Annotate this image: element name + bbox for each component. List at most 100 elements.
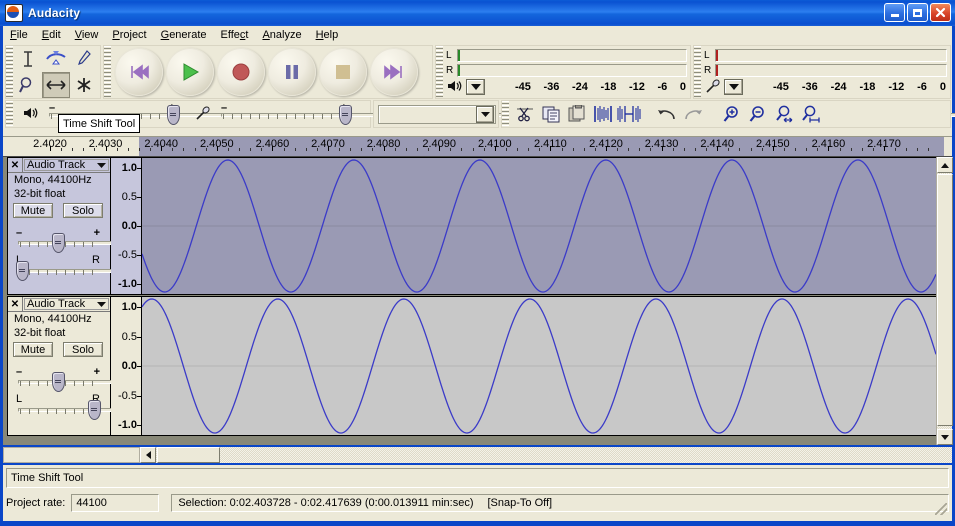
copy-button[interactable] xyxy=(538,102,564,126)
toolbar-grip[interactable] xyxy=(694,46,701,98)
timeline-minor-tick xyxy=(795,148,797,151)
close-button[interactable] xyxy=(930,3,951,22)
track-channels: Mono, 44100Hz xyxy=(14,313,92,325)
multi-tool-button[interactable] xyxy=(70,72,98,98)
menu-file[interactable]: FFileile xyxy=(3,28,35,42)
track-pan-slider[interactable]: L R xyxy=(16,254,952,282)
track-waveform[interactable] xyxy=(141,157,937,295)
track-dropdown-icon[interactable] xyxy=(97,159,106,171)
close-track-button[interactable]: ✕ xyxy=(8,297,23,311)
track-control-panel[interactable]: ✕ Audio Track Mono, 44100Hz 32-bit float… xyxy=(7,157,952,295)
meter-tick: -24 xyxy=(572,81,588,93)
resize-grip[interactable] xyxy=(935,503,947,515)
track-dropdown-icon[interactable] xyxy=(97,298,106,310)
meter-tick: 0 xyxy=(679,81,686,93)
paste-button[interactable] xyxy=(564,102,590,126)
track-waveform[interactable] xyxy=(141,296,937,436)
timeline-minor-tick xyxy=(683,148,685,151)
maximize-button[interactable] xyxy=(907,3,928,22)
envelope-tool-button[interactable] xyxy=(42,46,70,72)
undo-button[interactable] xyxy=(654,102,680,126)
track-control-panel[interactable]: ✕ Audio Track Mono, 44100Hz 32-bit float… xyxy=(7,296,952,436)
timeline-tick xyxy=(884,146,885,151)
chevron-down-icon[interactable] xyxy=(476,105,494,123)
audacity-window: Audacity FFileile Edit View Project Gene… xyxy=(0,0,955,526)
timeline-minor-tick xyxy=(617,148,619,151)
input-volume-slider[interactable]: – + xyxy=(221,102,955,126)
input-meter-toolbar[interactable]: L R -45 -36 -24 -18 -12 -6 0 xyxy=(693,45,951,99)
vscroll-thumb[interactable] xyxy=(937,174,953,426)
hscroll-thumb[interactable] xyxy=(157,447,220,463)
input-meter-left-bar xyxy=(715,49,947,62)
play-button[interactable] xyxy=(166,48,214,96)
fit-project-button[interactable] xyxy=(798,102,824,126)
menu-project[interactable]: Project xyxy=(105,28,153,42)
output-volume-thumb[interactable] xyxy=(167,105,180,125)
zoom-in-button[interactable] xyxy=(720,102,746,126)
track-pan-thumb[interactable] xyxy=(88,400,101,420)
selection-combo[interactable] xyxy=(378,104,496,124)
minimize-button[interactable] xyxy=(884,3,905,22)
draw-tool-button[interactable] xyxy=(70,46,98,72)
menu-view[interactable]: View xyxy=(68,28,106,42)
close-track-button[interactable]: ✕ xyxy=(8,158,23,172)
project-rate-value[interactable]: 44100 xyxy=(71,494,160,512)
track-pan-slider[interactable]: L R xyxy=(16,393,952,421)
track-channels: Mono, 44100Hz xyxy=(14,174,92,186)
record-button[interactable] xyxy=(217,48,265,96)
vruler-label: 0.5 xyxy=(121,191,137,203)
stop-button[interactable] xyxy=(319,48,367,96)
mute-button[interactable]: Mute xyxy=(13,203,53,218)
output-meter-toolbar[interactable]: L R -45 -36 -24 -18 -12 -6 0 xyxy=(435,45,691,99)
track-gain-thumb[interactable] xyxy=(52,233,65,253)
output-device-dropdown[interactable] xyxy=(466,79,485,95)
output-meter-right-bar xyxy=(457,64,687,77)
track-gain-slider[interactable]: – + xyxy=(16,366,952,393)
track-pan-thumb[interactable] xyxy=(16,261,29,281)
track-gain-slider[interactable]: – + xyxy=(16,227,952,254)
hscroll-trough[interactable] xyxy=(156,447,952,463)
triangle-down-icon[interactable] xyxy=(937,429,953,445)
solo-button[interactable]: Solo xyxy=(63,342,103,357)
timeshift-tool-button[interactable] xyxy=(42,72,70,98)
mute-button[interactable]: Mute xyxy=(13,342,53,357)
skip-to-start-button[interactable] xyxy=(115,48,163,96)
silence-button[interactable] xyxy=(616,102,642,126)
timeline-ruler[interactable]: 2.4020 2.4030 2.4040 2.4050 2.4060 2.4070 2.40… xyxy=(3,137,952,157)
track-header: ✕ Audio Track xyxy=(8,297,110,312)
timeline-minor-tick xyxy=(783,148,785,151)
triangle-up-icon[interactable] xyxy=(937,157,953,173)
skip-to-end-button[interactable] xyxy=(370,48,418,96)
menu-generate[interactable]: Generate xyxy=(154,28,214,42)
project-rate-label: Project rate: xyxy=(6,497,66,509)
pause-button[interactable] xyxy=(268,48,316,96)
toolbar-grip[interactable] xyxy=(436,46,443,98)
input-device-dropdown[interactable] xyxy=(724,79,743,95)
toolbar-grip[interactable] xyxy=(6,101,13,127)
horizontal-scrollbar[interactable] xyxy=(140,447,952,463)
triangle-left-icon[interactable] xyxy=(140,447,156,463)
menu-edit[interactable]: Edit xyxy=(35,28,68,42)
toolbar-grip[interactable] xyxy=(6,46,13,98)
menu-help[interactable]: Help xyxy=(309,28,346,42)
trim-button[interactable] xyxy=(590,102,616,126)
input-volume-thumb[interactable] xyxy=(339,105,352,125)
track-title-menu[interactable]: Audio Track xyxy=(24,298,109,310)
menu-analyze[interactable]: Analyze xyxy=(255,28,308,42)
zoom-tool-button[interactable] xyxy=(14,72,42,98)
zoom-out-button[interactable] xyxy=(746,102,772,126)
menu-effect[interactable]: Effect xyxy=(214,28,256,42)
selection-tool-button[interactable] xyxy=(14,46,42,72)
fit-selection-button[interactable] xyxy=(772,102,798,126)
vertical-scrollbar[interactable] xyxy=(936,157,953,445)
timeline-minor-tick xyxy=(461,148,463,151)
cut-button[interactable] xyxy=(512,102,538,126)
track-title-menu[interactable]: Audio Track xyxy=(24,159,109,171)
timeline-tick xyxy=(494,146,496,151)
timeline-minor-tick xyxy=(628,148,630,151)
toolbar-grip[interactable] xyxy=(502,101,509,127)
track-gain-thumb[interactable] xyxy=(52,372,65,392)
solo-button[interactable]: Solo xyxy=(63,203,103,218)
toolbar-grip[interactable] xyxy=(104,46,111,98)
redo-button[interactable] xyxy=(680,102,706,126)
